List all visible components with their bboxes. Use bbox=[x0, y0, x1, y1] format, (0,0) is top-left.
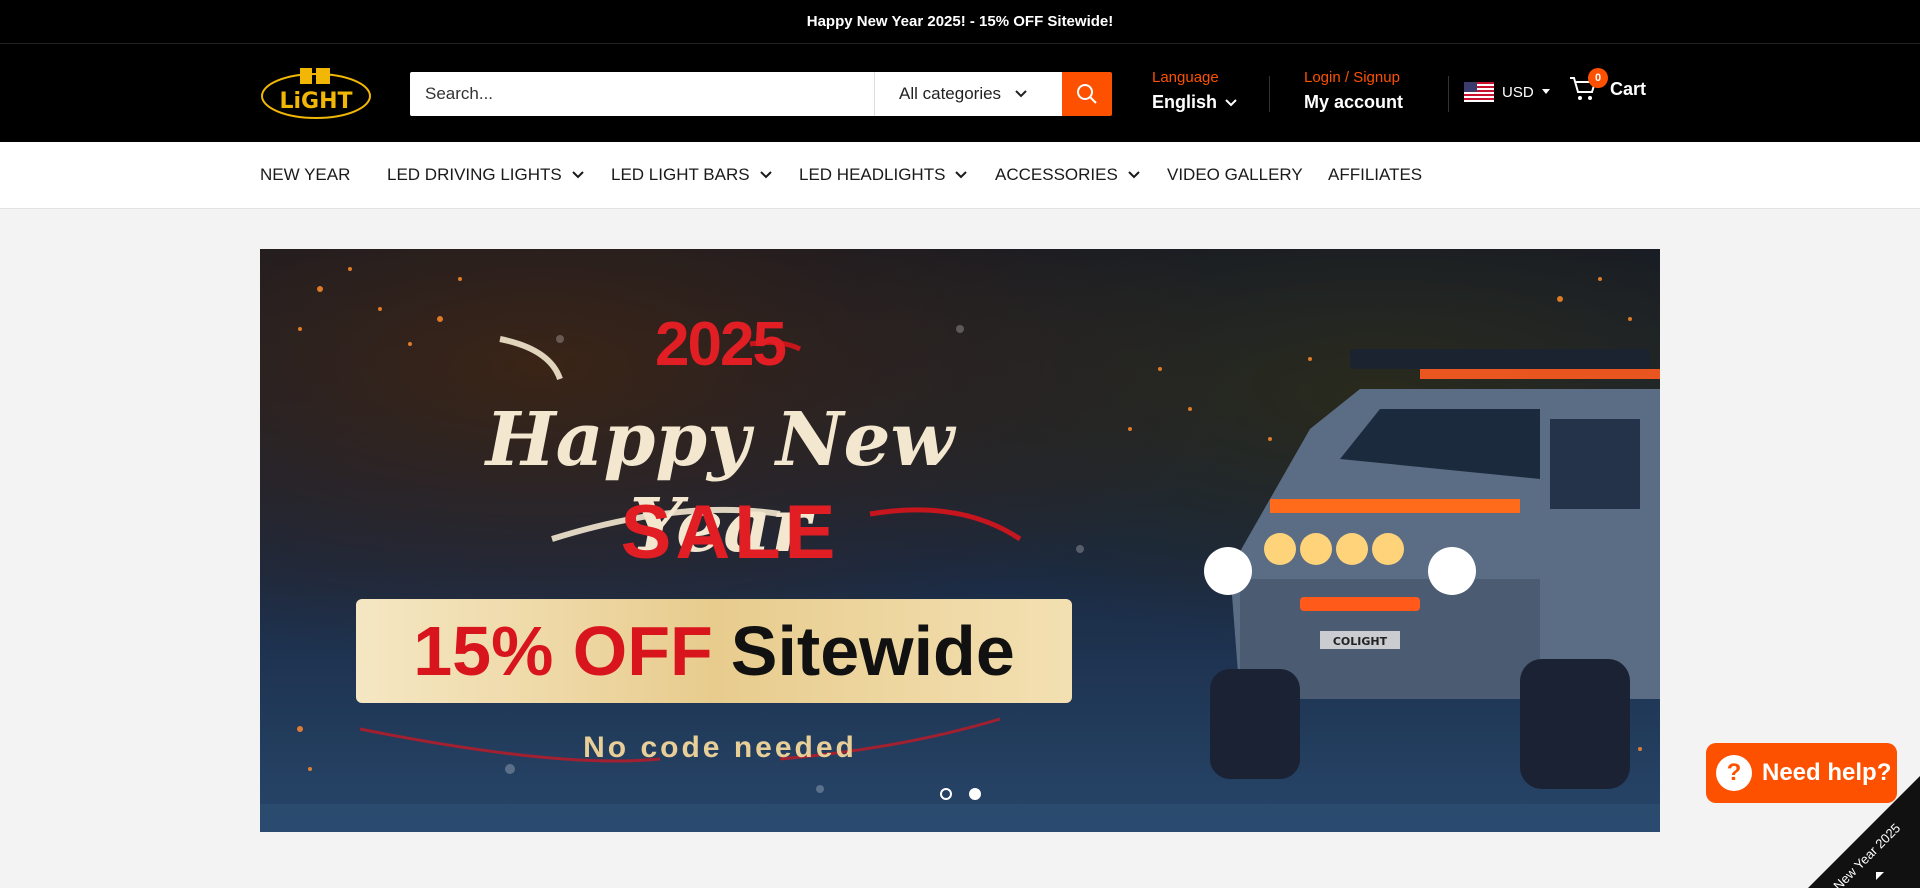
login-signup-link[interactable]: Login / Signup bbox=[1304, 69, 1403, 86]
nav-label: AFFILIATES bbox=[1328, 165, 1423, 184]
question-icon: ? bbox=[1716, 755, 1752, 791]
language-value: English bbox=[1152, 92, 1218, 112]
slideshow-dots bbox=[940, 788, 981, 800]
cart-label: Cart bbox=[1610, 78, 1647, 99]
search-icon bbox=[1077, 84, 1097, 104]
nav-label: LED DRIVING LIGHTS bbox=[387, 165, 562, 184]
nav-item-led-driving-lights[interactable]: LED DRIVING LIGHTS bbox=[387, 165, 584, 185]
currency-label: USD bbox=[1502, 83, 1534, 101]
cart-icon: 0 bbox=[1568, 68, 1608, 104]
chevron-down-icon bbox=[955, 171, 968, 179]
language-label: Language bbox=[1152, 69, 1219, 86]
nav-item-accessories[interactable]: ACCESSORIES bbox=[995, 165, 1140, 185]
main-nav: NEW YEAR LED DRIVING LIGHTS LED LIGHT BA… bbox=[0, 142, 1920, 209]
cart-button[interactable]: 0 Cart bbox=[1568, 68, 1647, 104]
announcement-bar: Happy New Year 2025! - 15% OFF Sitewide! bbox=[0, 0, 1920, 44]
search-input[interactable] bbox=[410, 72, 875, 116]
account-link[interactable]: Login / Signup My account bbox=[1304, 69, 1403, 113]
corner-ribbon[interactable]: New Year 2025 bbox=[1808, 776, 1920, 888]
us-flag-icon bbox=[1464, 82, 1494, 102]
divider bbox=[1448, 76, 1449, 112]
nav-label: NEW YEAR bbox=[260, 165, 351, 184]
cart-count-badge: 0 bbox=[1588, 68, 1608, 88]
hero-slideshow[interactable]: 2025 Happy New Year SALE 15% OFF Sitewid… bbox=[260, 249, 1660, 832]
hero-offer-banner: 15% OFF Sitewide bbox=[356, 599, 1072, 703]
category-select[interactable]: All categories bbox=[875, 72, 1062, 116]
svg-text:COLIGHT: COLIGHT bbox=[1333, 635, 1388, 648]
nav-item-led-light-bars[interactable]: LED LIGHT BARS bbox=[611, 165, 772, 185]
chevron-down-icon bbox=[1128, 171, 1140, 179]
nav-item-led-headlights[interactable]: LED HEADLIGHTS bbox=[799, 165, 968, 185]
language-selector[interactable]: Language English bbox=[1152, 69, 1237, 113]
chevron-down-icon bbox=[572, 171, 584, 179]
chevron-down-icon bbox=[1225, 98, 1237, 106]
nav-item-affiliates[interactable]: AFFILIATES bbox=[1328, 165, 1422, 185]
logo[interactable]: LiGHT bbox=[260, 64, 372, 120]
nav-label: LED HEADLIGHTS bbox=[799, 165, 946, 184]
nav-item-video-gallery[interactable]: VIDEO GALLERY bbox=[1167, 165, 1303, 185]
hero-offer-percent: 15% OFF bbox=[413, 612, 713, 690]
offroad-truck-image: COLIGHT bbox=[1204, 349, 1660, 789]
my-account-link[interactable]: My account bbox=[1304, 92, 1403, 113]
search-bar: All categories bbox=[410, 72, 1112, 116]
announcement-text: Happy New Year 2025! - 15% OFF Sitewide! bbox=[806, 13, 1114, 30]
nav-label: VIDEO GALLERY bbox=[1167, 165, 1303, 184]
nav-label: ACCESSORIES bbox=[995, 165, 1118, 184]
hero-offer-scope: Sitewide bbox=[730, 612, 1015, 690]
search-button[interactable] bbox=[1062, 72, 1112, 116]
hero-sale: SALE bbox=[620, 490, 840, 575]
slide-dot-1[interactable] bbox=[940, 788, 952, 800]
chevron-down-icon bbox=[1015, 90, 1027, 98]
nav-label: LED LIGHT BARS bbox=[611, 165, 750, 184]
hero-subtext: No code needed bbox=[583, 731, 857, 764]
caret-down-icon bbox=[1541, 89, 1550, 94]
divider bbox=[1269, 76, 1270, 112]
category-label: All categories bbox=[899, 84, 1002, 103]
hero-year: 2025 bbox=[655, 310, 787, 379]
slide-dot-2[interactable] bbox=[969, 788, 981, 800]
site-header: LiGHT All categories Language English Lo… bbox=[0, 44, 1920, 142]
svg-text:LiGHT: LiGHT bbox=[279, 89, 352, 114]
currency-selector[interactable]: USD bbox=[1464, 82, 1550, 102]
chevron-down-icon bbox=[759, 171, 772, 179]
nav-item-new-year[interactable]: NEW YEAR bbox=[260, 165, 350, 185]
